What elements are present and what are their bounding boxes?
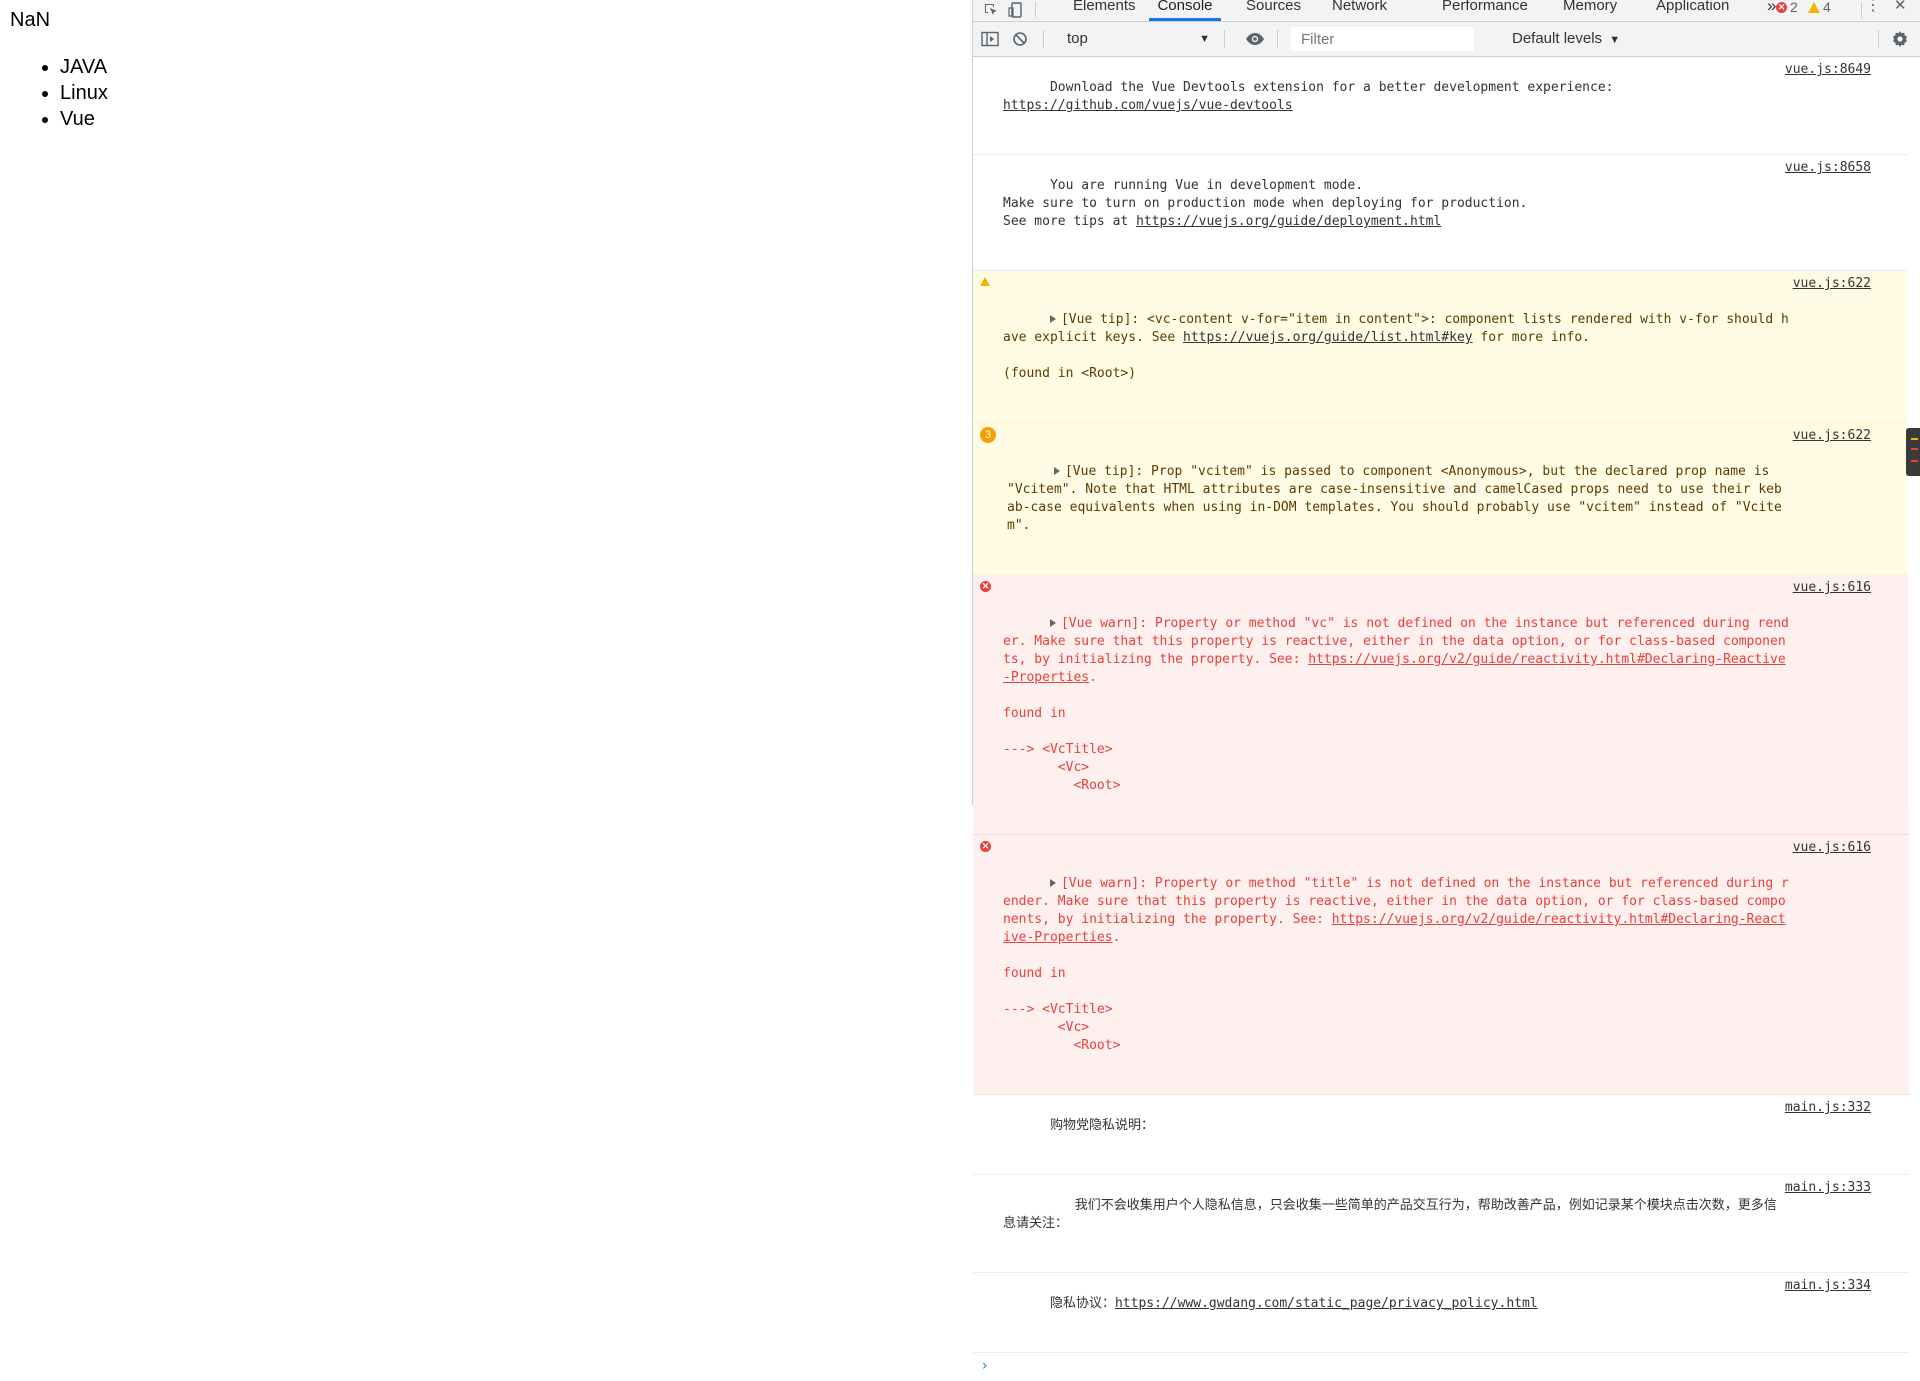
console-warning: 3 [Vue tip]: Prop "vcitem" is passed to … <box>973 423 1909 575</box>
inspect-element-icon[interactable] <box>981 0 1001 20</box>
message-source-link[interactable]: vue.js:622 <box>1793 427 1871 445</box>
error-marker <box>1911 460 1918 462</box>
console-message: 购物党隐私说明： main.js:332 <box>973 1095 1909 1175</box>
error-count-badge[interactable]: ✕ 2 <box>1776 0 1798 15</box>
list-item: Vue <box>60 106 108 132</box>
tab-performance[interactable]: Performance <box>1442 0 1528 21</box>
expand-triangle-icon[interactable] <box>1053 467 1060 475</box>
live-expression-eye-icon[interactable] <box>1245 22 1265 56</box>
warning-marker <box>1911 438 1918 440</box>
message-text: [Vue tip]: Prop "vcitem" is passed to co… <box>1007 464 1782 533</box>
divider <box>1861 2 1862 18</box>
console-error: ✕ [Vue warn]: Property or method "title"… <box>973 835 1909 1095</box>
message-source-link[interactable]: main.js:332 <box>1785 1099 1871 1117</box>
expand-triangle-icon[interactable] <box>1049 879 1056 887</box>
message-link[interactable]: https://github.com/vuejs/vue-devtools <box>1003 98 1293 113</box>
expand-triangle-icon[interactable] <box>1049 315 1056 323</box>
message-source-link[interactable]: vue.js:616 <box>1793 839 1871 857</box>
message-link[interactable]: https://www.gwdang.com/static_page/priva… <box>1115 1296 1538 1311</box>
tab-sources[interactable]: Sources <box>1246 0 1301 21</box>
close-icon[interactable]: ✕ <box>1894 0 1907 21</box>
message-link[interactable]: https://vuejs.org/guide/deployment.html <box>1136 214 1441 229</box>
device-toolbar-icon[interactable] <box>1006 0 1026 20</box>
warning-count-badge[interactable]: 4 <box>1808 0 1831 15</box>
prompt-chevron-icon: › <box>982 1358 988 1374</box>
console-settings-gear-icon[interactable] <box>1891 22 1909 56</box>
warning-icon <box>1808 1 1820 13</box>
context-selector[interactable]: top ▼ <box>1060 27 1210 51</box>
message-source-link[interactable]: vue.js:8649 <box>1785 61 1871 79</box>
message-source-link[interactable]: vue.js:616 <box>1793 579 1871 597</box>
log-levels-dropdown[interactable]: Default levels ▼ <box>1512 27 1620 51</box>
devtools-panel: Elements Console Sources Network Perform… <box>972 0 1920 1374</box>
error-icon: ✕ <box>980 581 991 592</box>
console-toolbar: top ▼ Default levels ▼ <box>973 22 1920 57</box>
log-levels-label: Default levels <box>1512 30 1603 47</box>
list-item: Linux <box>60 80 108 106</box>
context-value: top <box>1067 30 1088 47</box>
message-source-link[interactable]: vue.js:622 <box>1793 275 1871 293</box>
message-text: 我们不会收集用户个人隐私信息，只会收集一些简单的产品交互行为，帮助改善产品，例如… <box>1003 1198 1777 1231</box>
console-warning: [Vue tip]: <vc-content v-for="item in co… <box>973 271 1909 423</box>
menu-icon[interactable]: ⋮ <box>1865 0 1881 21</box>
message-source-link[interactable]: vue.js:8658 <box>1785 159 1871 177</box>
error-icon: ✕ <box>1776 1 1787 13</box>
chevron-down-icon: ▼ <box>1609 34 1621 46</box>
expand-triangle-icon[interactable] <box>1049 619 1056 627</box>
chevron-down-icon: ▼ <box>1199 33 1210 45</box>
error-icon: ✕ <box>980 841 991 852</box>
tab-memory[interactable]: Memory <box>1563 0 1617 21</box>
item-list: JAVA Linux Vue <box>0 54 108 132</box>
message-source-link[interactable]: main.js:333 <box>1785 1179 1871 1197</box>
console-error: ✕ [Vue warn]: Property or method "vc" is… <box>973 575 1909 835</box>
message-link[interactable]: https://vuejs.org/guide/list.html#key <box>1183 330 1473 345</box>
clear-console-icon[interactable] <box>1012 22 1028 56</box>
divider <box>1035 2 1036 18</box>
message-text: . found in ---> <VcTitle> <Vc> <Root> <box>1003 930 1121 1053</box>
error-marker <box>1911 448 1918 450</box>
message-text: 隐私协议： <box>1049 1296 1115 1311</box>
divider <box>1224 30 1225 48</box>
divider <box>1043 30 1044 48</box>
list-item: JAVA <box>60 54 108 80</box>
sidebar-toggle-icon[interactable] <box>981 22 999 56</box>
console-message: 隐私协议：https://www.gwdang.com/static_page/… <box>973 1273 1909 1353</box>
filter-input[interactable] <box>1291 27 1474 51</box>
warning-count: 4 <box>1823 0 1831 15</box>
message-text: 购物党隐私说明： <box>1049 1118 1154 1133</box>
console-prompt[interactable]: › <box>973 1353 1909 1381</box>
devtools-tab-bar: Elements Console Sources Network Perform… <box>973 0 1920 22</box>
tab-elements[interactable]: Elements <box>1073 0 1136 21</box>
console-message: Download the Vue Devtools extension for … <box>973 57 1909 155</box>
page-heading: NaN <box>10 9 51 31</box>
divider <box>1878 30 1879 48</box>
web-page: NaN JAVA Linux Vue <box>0 0 972 805</box>
console-message: 我们不会收集用户个人隐私信息，只会收集一些简单的产品交互行为，帮助改善产品，例如… <box>973 1175 1909 1273</box>
message-source-link[interactable]: main.js:334 <box>1785 1277 1871 1295</box>
console-message: You are running Vue in development mode.… <box>973 155 1909 271</box>
message-text: . found in ---> <VcTitle> <Vc> <Root> <box>1003 670 1121 793</box>
tab-application[interactable]: Application <box>1656 0 1729 21</box>
tab-console[interactable]: Console <box>1149 0 1221 21</box>
message-text: Download the Vue Devtools extension for … <box>1049 80 1614 95</box>
error-count: 2 <box>1790 0 1798 15</box>
warning-icon <box>980 277 990 286</box>
tab-network[interactable]: Network <box>1332 0 1387 21</box>
scroll-marker-strip <box>1906 428 1920 476</box>
divider <box>1277 30 1278 48</box>
repeat-count-badge: 3 <box>980 427 996 443</box>
console-messages: Download the Vue Devtools extension for … <box>973 57 1909 1374</box>
